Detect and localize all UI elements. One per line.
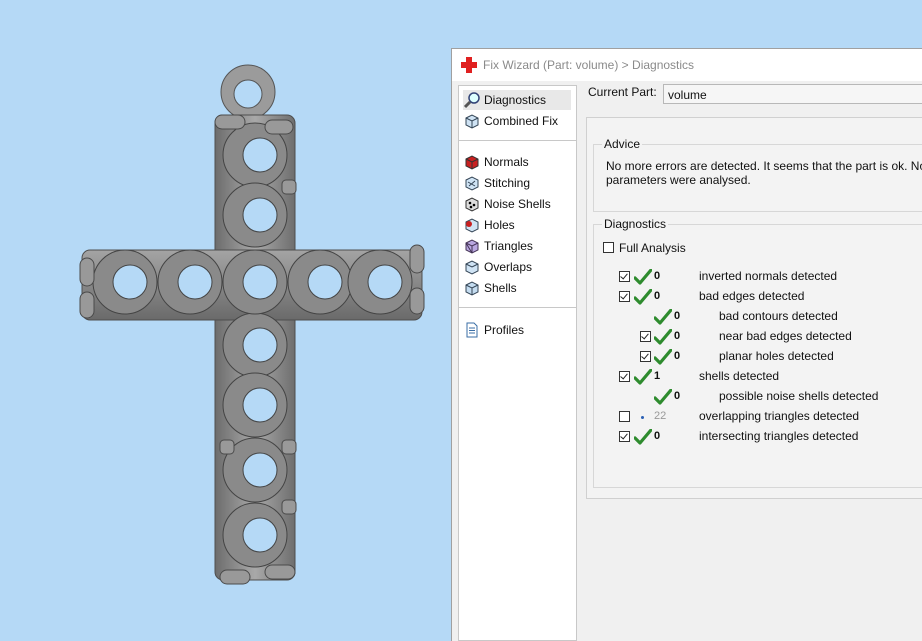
row-label: bad edges detected [699, 289, 805, 303]
green-check-icon [633, 368, 653, 385]
sidebar-item-shells[interactable]: Shells [463, 278, 517, 298]
noise-shells-icon [463, 195, 481, 213]
sidebar-divider [459, 140, 576, 141]
row-label: shells detected [699, 369, 780, 383]
sidebar-item-label: Stitching [484, 176, 531, 190]
sidebar-item-label: Shells [484, 281, 517, 295]
green-check-icon [653, 308, 673, 325]
row-checkbox[interactable] [619, 291, 630, 302]
row-count: 0 [674, 330, 681, 342]
sidebar-item-combined-fix[interactable]: Combined Fix [463, 111, 558, 131]
sidebar-item-diagnostics[interactable]: Diagnostics [463, 90, 571, 110]
red-cross-icon [461, 57, 477, 73]
row-checkbox[interactable] [640, 331, 651, 342]
sidebar-item-overlaps[interactable]: Overlaps [463, 257, 532, 277]
sidebar-item-profiles[interactable]: Profiles [463, 320, 524, 340]
sidebar-item-label: Combined Fix [484, 114, 559, 128]
green-check-icon [633, 428, 653, 445]
sidebar-item-label: Triangles [484, 239, 533, 253]
full-analysis-checkbox[interactable] [603, 242, 614, 253]
green-check-icon [653, 348, 673, 365]
sidebar-item-label: Profiles [484, 323, 525, 337]
cross-pendant-model [79, 64, 425, 585]
current-part-field[interactable]: volume [663, 84, 922, 104]
window-title: Fix Wizard (Part: volume) > Diagnostics [483, 58, 695, 72]
sidebar: Diagnostics Combined Fix Normals Stitching N… [458, 85, 577, 641]
row-checkbox[interactable] [619, 271, 630, 282]
row-count: 0 [674, 310, 681, 322]
row-checkbox[interactable] [619, 411, 630, 422]
current-part-label: Current Part: [588, 85, 657, 99]
row-label: near bad edges detected [719, 329, 852, 343]
info-dot-icon [641, 416, 644, 419]
sidebar-item-triangles[interactable]: Triangles [463, 236, 533, 256]
row-checkbox[interactable] [640, 351, 651, 362]
row-label: intersecting triangles detected [699, 429, 859, 443]
sidebar-divider [459, 307, 576, 308]
row-count: 0 [654, 290, 661, 302]
diagnostics-group: Diagnostics Full Analysis 0 inverted norm… [593, 217, 922, 488]
row-checkbox[interactable] [619, 371, 630, 382]
advice-text: No more errors are detected. It seems th… [606, 159, 922, 187]
green-check-icon [633, 268, 653, 285]
cube-icon [463, 112, 481, 130]
row-count: 0 [674, 350, 681, 362]
row-count: 0 [674, 390, 681, 402]
green-check-icon [653, 328, 673, 345]
sidebar-item-label: Overlaps [484, 260, 533, 274]
green-check-icon [653, 388, 673, 405]
sidebar-item-label: Diagnostics [484, 93, 547, 107]
stitching-icon [463, 174, 481, 192]
sidebar-item-label: Noise Shells [484, 197, 551, 211]
row-label: inverted normals detected [699, 269, 838, 283]
advice-title: Advice [602, 137, 643, 151]
diagnostics-panel: Advice No more errors are detected. It s… [586, 117, 922, 499]
sidebar-item-stitching[interactable]: Stitching [463, 173, 530, 193]
holes-icon [463, 216, 481, 234]
green-check-icon [633, 288, 653, 305]
shells-icon [463, 279, 481, 297]
sidebar-item-normals[interactable]: Normals [463, 152, 529, 172]
overlaps-icon [463, 258, 481, 276]
row-label: bad contours detected [719, 309, 838, 323]
magnifier-icon [463, 91, 481, 109]
triangles-icon [463, 237, 481, 255]
red-cube-icon [463, 153, 481, 171]
row-count: 22 [654, 410, 667, 422]
row-count: 1 [654, 370, 661, 382]
row-count: 0 [654, 270, 661, 282]
row-count: 0 [654, 430, 661, 442]
advice-group: Advice No more errors are detected. It s… [593, 137, 922, 212]
row-checkbox[interactable] [619, 431, 630, 442]
row-label: overlapping triangles detected [699, 409, 860, 423]
fix-wizard-window: Fix Wizard (Part: volume) > Diagnostics … [451, 48, 922, 641]
sidebar-item-noise-shells[interactable]: Noise Shells [463, 194, 551, 214]
full-analysis-label: Full Analysis [619, 241, 686, 255]
sidebar-item-label: Normals [484, 155, 529, 169]
sidebar-item-label: Holes [484, 218, 515, 232]
document-icon [463, 321, 481, 339]
title-bar[interactable]: Fix Wizard (Part: volume) > Diagnostics [452, 49, 922, 81]
row-label: planar holes detected [719, 349, 834, 363]
row-label: possible noise shells detected [719, 389, 879, 403]
diagnostics-title: Diagnostics [602, 217, 669, 231]
sidebar-item-holes[interactable]: Holes [463, 215, 515, 235]
